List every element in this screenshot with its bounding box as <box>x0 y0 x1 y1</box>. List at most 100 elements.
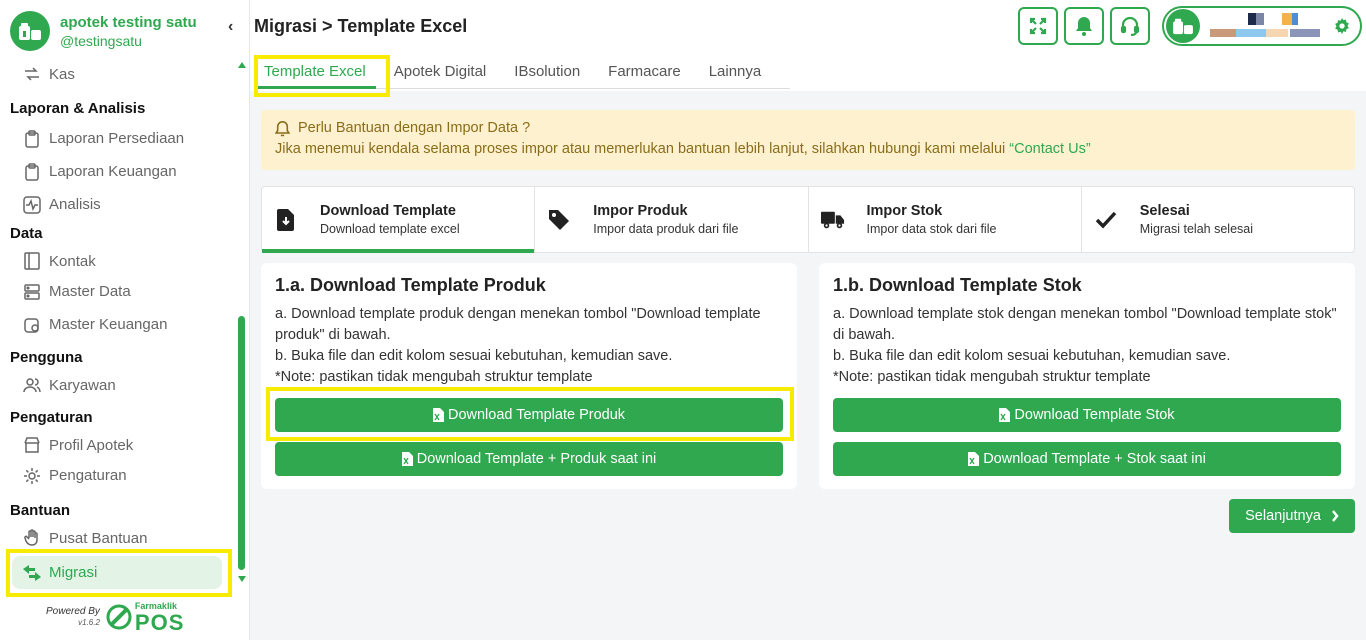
tab-farmacare[interactable]: Farmacare <box>598 53 691 89</box>
excel-file-icon <box>968 452 980 466</box>
button-label: Download Template Stok <box>1014 407 1175 423</box>
sidebar-section-title: Bantuan <box>10 502 70 519</box>
sidebar-item-laporan-keuangan[interactable]: Laporan Keuangan <box>0 155 234 188</box>
scroll-down-icon[interactable] <box>238 576 246 582</box>
sidebar-item-master-data[interactable]: Master Data <box>0 275 234 308</box>
top-header: Migrasi > Template Excel <box>250 0 1366 53</box>
fullscreen-button[interactable] <box>1018 7 1058 45</box>
download-template-produk-saat-ini-button[interactable]: Download Template + Produk saat ini <box>275 442 783 476</box>
check-icon <box>1094 208 1118 232</box>
sidebar-section-title: Pengaturan <box>10 409 93 426</box>
sidebar-item-pusat-bantuan[interactable]: Pusat Bantuan <box>0 524 234 552</box>
hand-icon <box>22 528 42 548</box>
download-template-produk-button[interactable]: Download Template Produk <box>275 398 783 432</box>
truck-icon <box>820 208 845 232</box>
wallet-icon <box>22 315 42 335</box>
clipboard-icon <box>22 129 42 149</box>
button-label: Download Template + Stok saat ini <box>983 451 1206 467</box>
migration-stepper: Download Template Download template exce… <box>261 186 1355 253</box>
card-note: *Note: pastikan tidak mengubah struktur … <box>275 369 593 385</box>
bell-icon <box>1075 16 1093 36</box>
sidebar-item-label: Profil Apotek <box>49 436 134 454</box>
sidebar-item-kas[interactable]: Kas <box>0 60 234 88</box>
excel-file-icon <box>401 452 413 466</box>
card-download-template-stok: 1.b. Download Template Stok a. Download … <box>819 263 1355 489</box>
sidebar-item-label: Migrasi <box>49 564 98 581</box>
step-title: Impor Produk <box>593 203 688 219</box>
tab-apotek-digital[interactable]: Apotek Digital <box>384 53 497 89</box>
next-button[interactable]: Selanjutnya <box>1229 499 1355 533</box>
sidebar: apotek testing satu @testingsatu ‹ Kas L… <box>0 0 250 640</box>
sidebar-item-label: Pusat Bantuan <box>49 529 148 547</box>
notification-button[interactable] <box>1064 7 1104 45</box>
sidebar-scrollbar[interactable] <box>236 60 248 588</box>
card-note: *Note: pastikan tidak mengubah struktur … <box>833 369 1151 385</box>
step-title: Impor Stok <box>866 203 943 219</box>
card-download-template-produk: 1.a. Download Template Produk a. Downloa… <box>261 263 797 489</box>
sidebar-item-analisis[interactable]: Analisis <box>0 188 234 221</box>
migrate-icon <box>22 563 42 583</box>
gear-icon <box>22 466 42 486</box>
alert-title: Perlu Bantuan dengan Impor Data ? <box>298 120 531 136</box>
card-line-b: b. Buka file dan edit kolom sesuai kebut… <box>275 348 673 364</box>
sidebar-section-title: Data <box>10 225 43 242</box>
sidebar-item-kontak[interactable]: Kontak <box>0 247 234 275</box>
card-line-a: a. Download template produk dengan menek… <box>275 306 761 343</box>
user-name-redacted <box>1210 13 1320 39</box>
sidebar-item-migrasi[interactable]: Migrasi <box>12 556 222 589</box>
step-impor-stok[interactable]: Impor Stok Impor data stok dari file <box>809 187 1082 252</box>
farmaklik-pos: POS <box>134 610 185 635</box>
tag-icon <box>547 208 571 232</box>
sidebar-item-label: Laporan Persediaan <box>49 130 185 147</box>
powered-by: Powered By v1.6.2 Farmaklik POS <box>46 600 184 634</box>
download-template-stok-button[interactable]: Download Template Stok <box>833 398 1341 432</box>
sidebar-item-laporan-persediaan[interactable]: Laporan Persediaan <box>0 122 234 155</box>
step-selesai[interactable]: Selesai Migrasi telah selesai <box>1082 187 1354 252</box>
sidebar-item-label: Master Data <box>49 283 131 300</box>
contact-book-icon <box>22 251 42 271</box>
money-transfer-icon <box>22 64 42 84</box>
sidebar-section-title: Laporan & Analisis <box>10 100 146 117</box>
card-title: 1.a. Download Template Produk <box>275 275 546 295</box>
headset-icon <box>1120 16 1140 36</box>
alert-message: Jika menemui kendala selama proses impor… <box>275 141 1010 157</box>
support-button[interactable] <box>1110 7 1150 45</box>
step-title: Selesai <box>1139 203 1190 219</box>
sidebar-item-pengaturan[interactable]: Pengaturan <box>0 459 234 492</box>
gear-icon[interactable] <box>1334 18 1350 34</box>
tab-lainnya[interactable]: Lainnya <box>699 53 772 89</box>
contact-us-link[interactable]: “Contact Us” <box>1009 141 1090 157</box>
sidebar-item-profil-apotek[interactable]: Profil Apotek <box>0 431 234 459</box>
powered-label: Powered By <box>46 606 100 617</box>
sidebar-item-label: Pengaturan <box>49 467 127 484</box>
user-profile-menu[interactable] <box>1162 6 1362 46</box>
activity-icon <box>22 195 42 215</box>
tab-ibsolution[interactable]: IBsolution <box>504 53 590 89</box>
page-title: Migrasi > Template Excel <box>254 16 468 36</box>
sidebar-item-label: Kontak <box>49 252 96 270</box>
sidebar-item-label: Master Keuangan <box>49 316 168 333</box>
scroll-thumb[interactable] <box>238 316 245 570</box>
sidebar-item-karyawan[interactable]: Karyawan <box>0 371 234 399</box>
users-icon <box>22 375 42 395</box>
excel-file-icon <box>999 408 1011 422</box>
button-label: Download Template + Produk saat ini <box>416 451 657 467</box>
sidebar-item-master-keuangan[interactable]: Master Keuangan <box>0 308 234 341</box>
bell-icon <box>275 120 290 137</box>
app-version: v1.6.2 <box>78 618 100 627</box>
step-desc: Download template excel <box>320 222 460 236</box>
sidebar-item-label: Karyawan <box>49 376 116 394</box>
card-line-a: a. Download template stok dengan menekan… <box>833 306 1337 343</box>
store-icon <box>22 435 42 455</box>
step-download-template[interactable]: Download Template Download template exce… <box>262 187 536 253</box>
step-impor-produk[interactable]: Impor Produk Impor data produk dari file <box>535 187 809 252</box>
card-line-b: b. Buka file dan edit kolom sesuai kebut… <box>833 348 1231 364</box>
tab-template-excel[interactable]: Template Excel <box>254 53 376 89</box>
brand: apotek testing satu @testingsatu <box>10 8 250 54</box>
sidebar-collapse-button[interactable]: ‹ <box>228 18 233 36</box>
help-alert: Perlu Bantuan dengan Impor Data ? Jika m… <box>261 110 1355 170</box>
scroll-up-icon[interactable] <box>238 62 246 68</box>
download-template-stok-saat-ini-button[interactable]: Download Template + Stok saat ini <box>833 442 1341 476</box>
step-title: Download Template <box>320 203 456 219</box>
expand-icon <box>1029 17 1047 35</box>
